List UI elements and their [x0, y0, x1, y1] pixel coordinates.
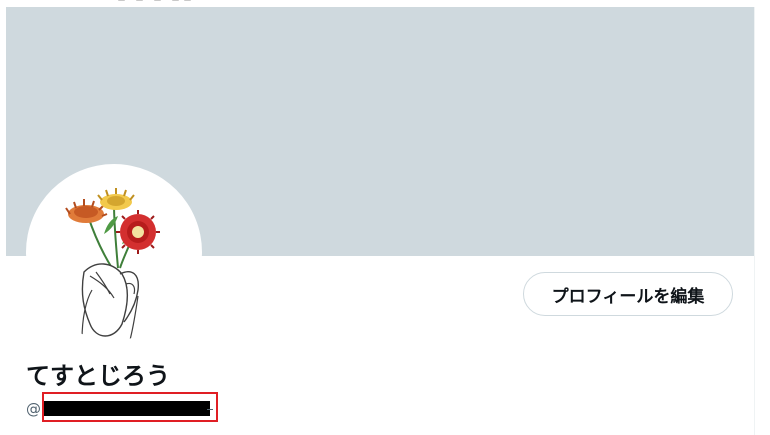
top-strip: [0, 0, 770, 7]
avatar[interactable]: [26, 164, 202, 340]
profile-page: プロフィールを編集 てすとじろう @: [0, 0, 770, 435]
display-name: てすとじろう: [26, 362, 170, 390]
column-divider: [754, 7, 755, 435]
handle-prefix: @: [26, 400, 41, 418]
edit-profile-button[interactable]: プロフィールを編集: [523, 272, 733, 316]
flower-bouquet-icon: [65, 188, 160, 340]
cropped-text-fragment: [118, 0, 194, 3]
user-handle: @: [26, 397, 213, 421]
annotation-highlight-box: [42, 392, 218, 422]
